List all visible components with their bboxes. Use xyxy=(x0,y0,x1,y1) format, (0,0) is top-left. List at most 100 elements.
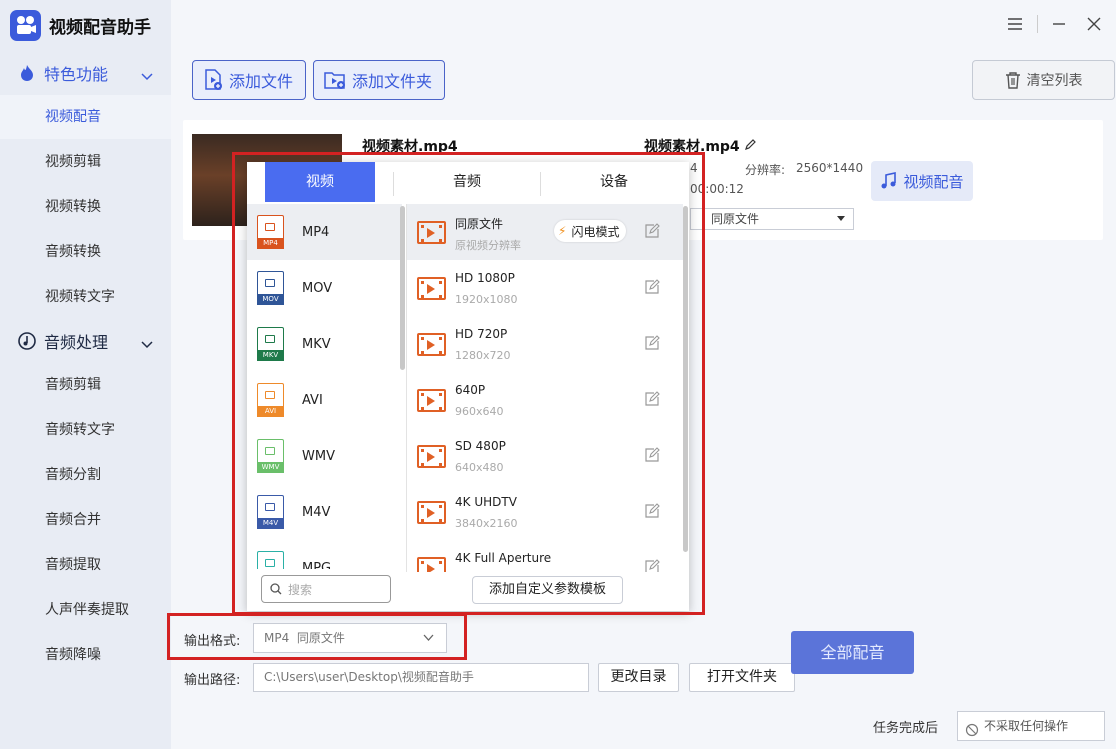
sidebar-item-audio-extract[interactable]: 音频提取 xyxy=(0,543,171,587)
output-format-value: MP4 同原文件 xyxy=(264,631,345,645)
add-file-button[interactable]: 添加文件 xyxy=(192,60,307,100)
add-folder-icon xyxy=(324,70,346,90)
sidebar: 视频配音助手 特色功能 视频配音 视频剪辑 视频转换 音频转换 视频转文字 音频… xyxy=(0,0,171,749)
clear-list-button[interactable]: 清空列表 xyxy=(972,60,1115,100)
film-icon xyxy=(417,389,446,412)
sidebar-item-audio-convert[interactable]: 音频转换 xyxy=(0,230,171,274)
format-label: MOV xyxy=(302,280,333,296)
pencil-icon[interactable] xyxy=(744,138,757,155)
mp4-file-icon: MP4 xyxy=(257,215,284,249)
open-folder-button[interactable]: 打开文件夹 xyxy=(689,663,795,692)
flame-icon xyxy=(17,63,37,83)
format-search-input[interactable]: 搜索 xyxy=(261,575,391,603)
resolution-item[interactable]: 640P 960x640 xyxy=(407,372,683,428)
film-icon xyxy=(417,277,446,300)
mpg-file-icon: MPG xyxy=(257,551,284,569)
resolution-item[interactable]: SD 480P 640x480 xyxy=(407,428,683,484)
resolution-name: 4K Full Aperture xyxy=(455,551,552,565)
format-item-m4v[interactable]: M4V M4V xyxy=(247,484,402,540)
resolution-name: HD 720P xyxy=(455,327,508,341)
chevron-down-icon xyxy=(141,66,153,85)
lightning-icon: ⚡ xyxy=(558,224,567,238)
sidebar-item-video-edit[interactable]: 视频剪辑 xyxy=(0,140,171,184)
resolution-value: 2560*1440 xyxy=(796,161,864,175)
sidebar-item-audio-merge[interactable]: 音频合并 xyxy=(0,498,171,542)
close-icon[interactable] xyxy=(1084,14,1104,34)
format-list: MP4 MP4 MOV MOV MKV MKV AVI AVI WMV WMV … xyxy=(247,204,407,569)
format-label: M4V xyxy=(302,504,331,520)
video-dub-button[interactable]: 视频配音 xyxy=(871,161,973,201)
sidebar-item-video-to-text[interactable]: 视频转文字 xyxy=(0,275,171,319)
after-task-select[interactable]: 不采取任何操作 xyxy=(957,711,1105,741)
output-format-label: 输出格式: xyxy=(184,634,241,649)
after-task-value: 不采取任何操作 xyxy=(984,719,1069,733)
output-format-select[interactable]: MP4 同原文件 xyxy=(253,623,447,653)
resolution-name: SD 480P xyxy=(455,439,506,453)
format-item-avi[interactable]: AVI AVI xyxy=(247,372,402,428)
resolution-item[interactable]: 4K Full Aperture xyxy=(407,540,683,572)
resolution-name: HD 1080P xyxy=(455,271,515,285)
resolution-item[interactable]: HD 720P 1280x720 xyxy=(407,316,683,372)
resolution-name: 同原文件 xyxy=(455,217,504,231)
tab-audio[interactable]: 音频 xyxy=(397,162,537,202)
resolution-list-scrollbar[interactable] xyxy=(683,206,688,552)
format-list-scrollbar[interactable] xyxy=(400,206,405,370)
resolution-detail: 1920x1080 xyxy=(455,293,518,306)
duration-value: 00:00:12 xyxy=(690,182,744,196)
edit-icon[interactable] xyxy=(644,223,660,243)
mkv-file-icon: MKV xyxy=(257,327,284,361)
sidebar-item-vocal-extract[interactable]: 人声伴奏提取 xyxy=(0,588,171,632)
chevron-down-icon xyxy=(423,624,434,652)
format-popup: 视频 音频 设备 MP4 MP4 MOV MOV MKV MKV AVI AVI… xyxy=(247,162,689,611)
edit-icon[interactable] xyxy=(644,335,660,355)
format-label: MPG xyxy=(302,560,332,570)
format-item-mkv[interactable]: MKV MKV xyxy=(247,316,402,372)
add-folder-button[interactable]: 添加文件夹 xyxy=(313,60,446,100)
edit-icon[interactable] xyxy=(644,447,660,467)
search-placeholder: 搜索 xyxy=(288,582,313,597)
sidebar-item-audio-split[interactable]: 音频分割 xyxy=(0,453,171,497)
output-file-name: 视频素材.mp4 xyxy=(644,139,740,155)
app-header: 视频配音助手 xyxy=(0,0,171,50)
menu-icon[interactable] xyxy=(1005,14,1025,34)
add-custom-template-button[interactable]: 添加自定义参数模板 xyxy=(472,576,623,604)
edit-icon[interactable] xyxy=(644,391,660,411)
format-item-wmv[interactable]: WMV WMV xyxy=(247,428,402,484)
resolution-item[interactable]: 同原文件 原视频分辨率 ⚡ 闪电模式 xyxy=(407,204,683,260)
app-logo-icon xyxy=(10,9,41,41)
tab-video[interactable]: 视频 xyxy=(265,162,375,202)
edit-icon[interactable] xyxy=(644,559,660,572)
edit-icon[interactable] xyxy=(644,503,660,523)
start-all-button[interactable]: 全部配音 xyxy=(791,631,914,674)
sidebar-item-audio-edit[interactable]: 音频剪辑 xyxy=(0,363,171,407)
add-file-label: 添加文件 xyxy=(229,72,294,91)
sidebar-item-audio-denoise[interactable]: 音频降噪 xyxy=(0,633,171,677)
change-dir-button[interactable]: 更改目录 xyxy=(598,663,679,692)
sidebar-item-video-convert[interactable]: 视频转换 xyxy=(0,185,171,229)
film-icon xyxy=(417,445,446,468)
resolution-item[interactable]: 4K UHDTV 3840x2160 xyxy=(407,484,683,540)
format-label: WMV xyxy=(302,448,335,464)
format-item-mp4[interactable]: MP4 MP4 xyxy=(247,204,402,260)
format-item-mpg[interactable]: MPG MPG xyxy=(247,540,402,569)
resolution-detail: 原视频分辨率 xyxy=(455,239,521,252)
nav-group-features[interactable]: 特色功能 xyxy=(0,51,171,95)
output-path-label: 输出路径: xyxy=(184,673,241,688)
title-divider xyxy=(1037,15,1038,33)
mov-file-icon: MOV xyxy=(257,271,284,305)
format-label: MKV xyxy=(302,336,331,352)
file-format-select[interactable]: 同原文件 xyxy=(690,208,854,230)
app-title: 视频配音助手 xyxy=(49,17,151,38)
music-note-icon xyxy=(880,172,898,190)
minimize-icon[interactable] xyxy=(1049,14,1069,34)
format-label: MP4 xyxy=(302,224,330,240)
tab-device[interactable]: 设备 xyxy=(544,162,684,202)
format-item-mov[interactable]: MOV MOV xyxy=(247,260,402,316)
edit-icon[interactable] xyxy=(644,279,660,299)
sidebar-item-audio-to-text[interactable]: 音频转文字 xyxy=(0,408,171,452)
film-icon xyxy=(417,557,446,572)
sidebar-item-video-dub[interactable]: 视频配音 xyxy=(0,95,171,139)
output-path-field[interactable]: C:\Users\user\Desktop\视频配音助手 xyxy=(253,663,589,692)
resolution-item[interactable]: HD 1080P 1920x1080 xyxy=(407,260,683,316)
nav-group-audio[interactable]: 音频处理 xyxy=(0,319,171,363)
